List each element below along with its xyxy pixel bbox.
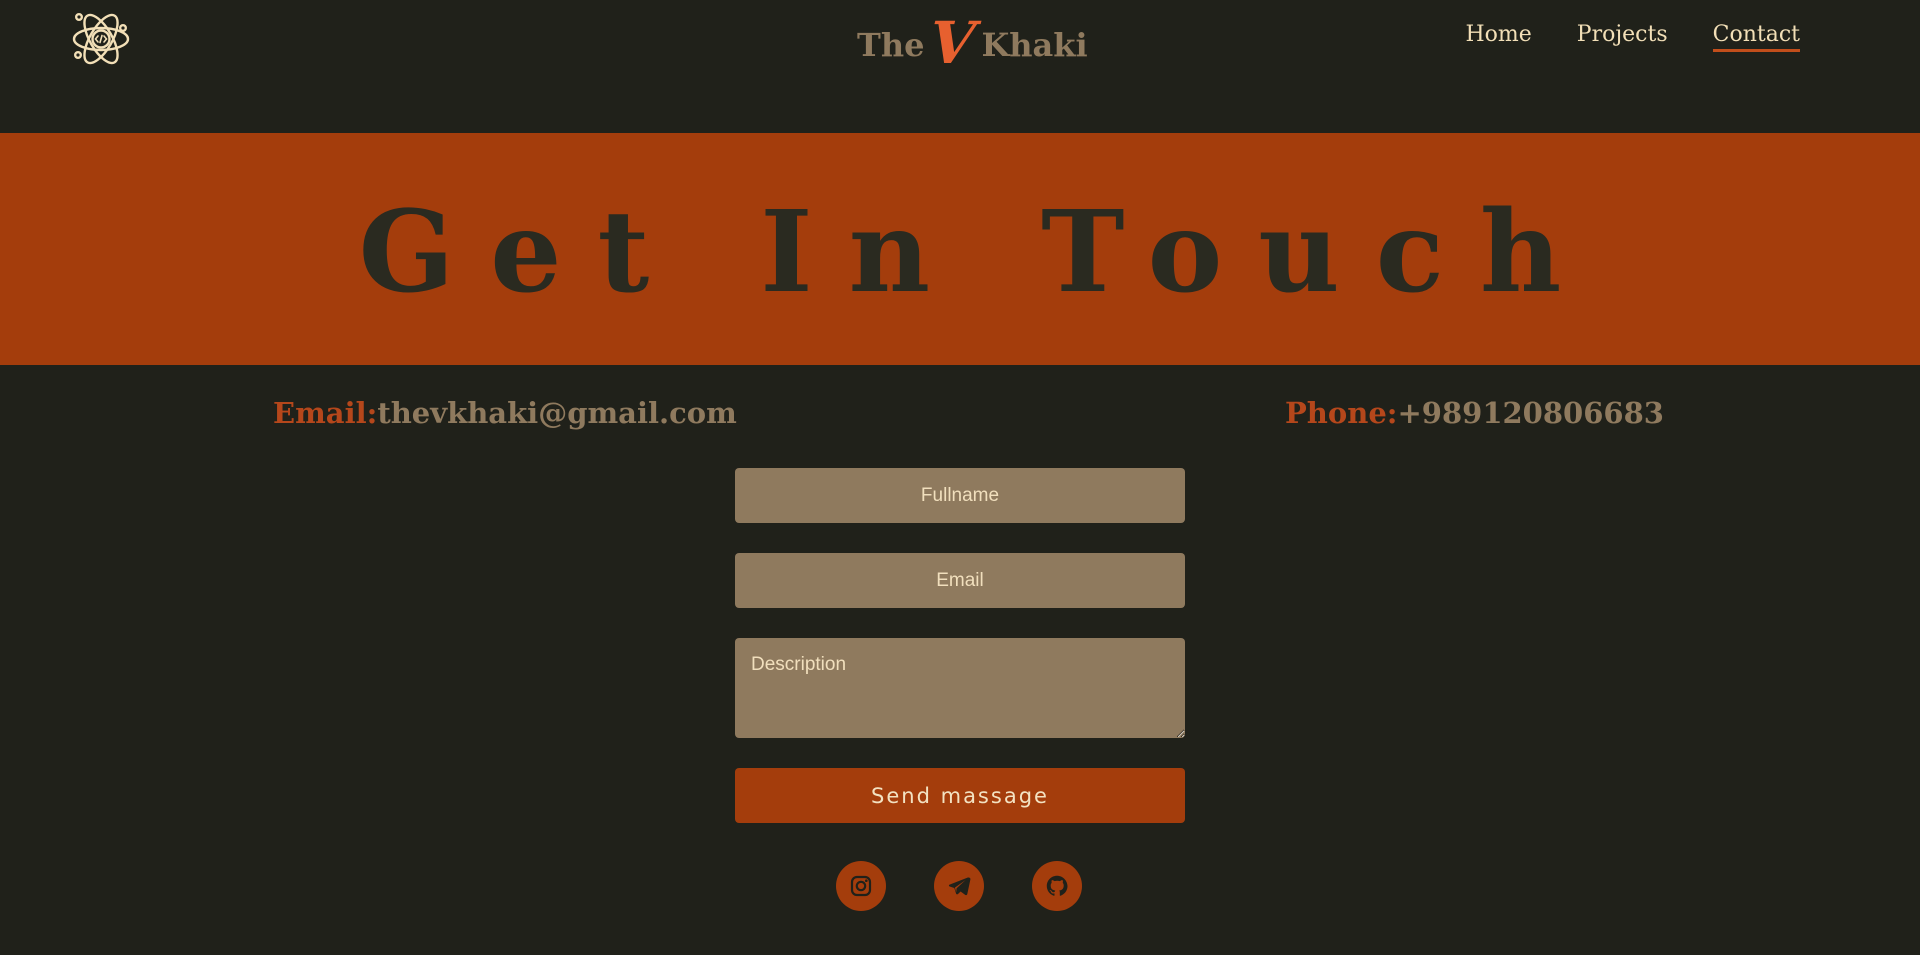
nav-home[interactable]: Home <box>1465 22 1531 52</box>
main-nav: Home Projects Contact <box>1465 22 1800 52</box>
site-header: The V Khaki Home Projects Contact <box>0 0 1920 133</box>
email-input[interactable] <box>735 553 1185 608</box>
phone-value[interactable]: +989120806683 <box>1397 396 1663 430</box>
brand-v: V <box>928 9 976 77</box>
email-value[interactable]: thevkhaki@gmail.com <box>377 396 736 430</box>
social-links <box>836 861 1082 911</box>
brand-the: The <box>857 26 925 64</box>
github-button[interactable] <box>1032 861 1082 911</box>
phone-label: Phone: <box>1285 396 1398 430</box>
contact-phone: Phone:+989120806683 <box>1285 396 1664 430</box>
instagram-icon <box>850 875 872 897</box>
nav-projects[interactable]: Projects <box>1577 22 1668 52</box>
page-title: Get In Touch <box>358 187 1598 318</box>
telegram-icon <box>948 877 971 896</box>
instagram-button[interactable] <box>836 861 886 911</box>
contact-form: Send massage <box>735 468 1185 823</box>
hero-banner: Get In Touch <box>0 133 1920 365</box>
telegram-button[interactable] <box>934 861 984 911</box>
brand-khaki: Khaki <box>981 26 1088 64</box>
contact-email: Email:thevkhaki@gmail.com <box>273 396 737 430</box>
send-message-button[interactable]: Send massage <box>735 768 1185 823</box>
description-textarea[interactable] <box>735 638 1185 738</box>
nav-contact[interactable]: Contact <box>1712 22 1800 52</box>
atom-code-icon[interactable] <box>70 8 132 70</box>
github-icon <box>1046 875 1068 896</box>
fullname-input[interactable] <box>735 468 1185 523</box>
email-label: Email: <box>273 396 378 430</box>
brand-logo[interactable]: The V Khaki <box>857 8 1088 77</box>
